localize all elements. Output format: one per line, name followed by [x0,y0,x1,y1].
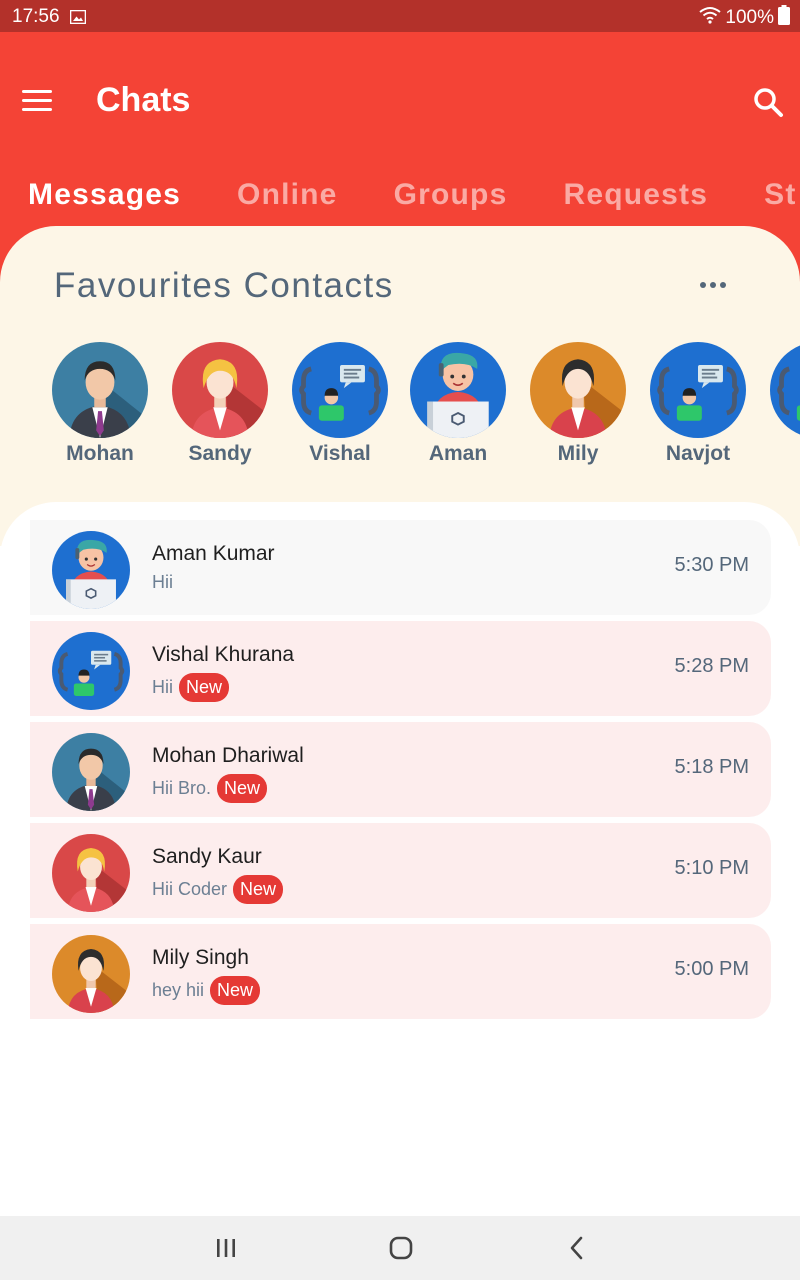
chat-row-mily-singh[interactable]: Mily Singh hey hii New 5:00 PM [30,924,771,1019]
home-icon[interactable] [387,1234,415,1262]
status-right-group: 100% [699,5,790,31]
woman-blonde-avatar [52,834,130,912]
chat-timestamp: 5:00 PM [674,958,749,980]
favourite-contact-partial[interactable] [770,342,800,438]
chat-last-message: Hii [152,572,173,593]
laptop-user-avatar [410,342,506,438]
tab-messages[interactable]: Messages [28,178,181,212]
favourite-contact-name: Navjot [665,442,731,465]
woman-dark-hair-avatar [52,935,130,1013]
favourite-contact-mohan[interactable]: Mohan [52,342,148,466]
tab-requests[interactable]: Requests [563,178,708,212]
favourites-panel: Favourites Contacts Mohan Sandy Vishal A… [0,226,800,546]
chat-timestamp: 5:10 PM [674,857,749,879]
man-suit-avatar [52,342,148,438]
image-notification-icon [69,9,87,29]
chat-contact-name: Aman Kumar [152,542,275,565]
new-badge: New [217,774,268,803]
chat-app-screen: 17:56 100% Chats Messages Online Groups … [0,0,800,1280]
chat-message-text: Hii [152,572,173,592]
laptop-user-avatar [52,531,130,609]
battery-text: 100% [725,7,774,28]
favourite-contact-aman[interactable]: Aman [410,342,506,466]
chat-last-message: Hii New [152,673,230,702]
chat-row-vishal-khurana[interactable]: Vishal Khurana Hii New 5:28 PM [30,621,771,716]
woman-dark-hair-avatar [530,342,626,438]
favourite-contact-name: Vishal [309,442,371,465]
developer-chat-avatar [52,632,130,710]
chat-last-message: hey hii New [152,976,261,1005]
chat-list: Aman Kumar Hii 5:30 PM Vishal Khurana Hi… [0,502,800,1216]
hamburger-menu-icon[interactable] [22,90,52,112]
status-time: 17:56 [12,6,60,27]
system-navigation-bar [0,1216,800,1280]
page-title: Chats [96,81,191,119]
battery-icon [778,5,790,31]
favourite-contact-name: Sandy [188,442,252,465]
new-badge: New [210,976,261,1005]
favourite-contact-navjot[interactable]: Navjot [650,342,746,466]
favourites-title: Favourites Contacts [54,266,394,305]
favourite-contact-sandy[interactable]: Sandy [172,342,268,466]
favourite-contact-mily[interactable]: Mily [530,342,626,466]
chat-timestamp: 5:18 PM [674,756,749,778]
favourite-contact-vishal[interactable]: Vishal [292,342,388,466]
chat-row-aman-kumar[interactable]: Aman Kumar Hii 5:30 PM [30,520,771,615]
developer-chat-avatar [292,342,388,438]
favourite-contact-name: Mohan [66,442,134,465]
chat-row-mohan-dhariwal[interactable]: Mohan Dhariwal Hii Bro. New 5:18 PM [30,722,771,817]
tab-bar: Messages Online Groups Requests St [28,178,797,212]
man-suit-avatar [52,733,130,811]
chat-last-message: Hii Bro. New [152,774,268,803]
chat-message-text: Hii Bro. [152,778,212,798]
chat-message-text: hey hii [152,980,205,1000]
chat-contact-name: Vishal Khurana [152,643,295,666]
tab-online[interactable]: Online [237,178,338,212]
favourites-list: Mohan Sandy Vishal Aman Mily Navjot [52,342,800,472]
chat-row-sandy-kaur[interactable]: Sandy Kaur Hii Coder New 5:10 PM [30,823,771,918]
wifi-icon [699,6,722,30]
new-badge: New [233,875,284,904]
chat-timestamp: 5:30 PM [674,554,749,576]
more-horizontal-icon[interactable] [700,282,726,288]
tab-groups[interactable]: Groups [394,178,508,212]
chat-contact-name: Mohan Dhariwal [152,744,304,767]
chat-contact-name: Mily Singh [152,946,249,969]
woman-blonde-avatar [172,342,268,438]
search-icon[interactable] [752,86,784,118]
recent-apps-icon[interactable] [212,1234,240,1262]
tab-st[interactable]: St [764,178,796,212]
status-bar: 17:56 100% [0,0,800,32]
developer-chat-avatar [650,342,746,438]
chat-message-text: Hii [152,677,173,697]
new-badge: New [179,673,230,702]
developer-chat-avatar [770,342,800,438]
chat-message-text: Hii Coder [152,879,228,899]
chat-timestamp: 5:28 PM [674,655,749,677]
favourite-contact-name: Mily [557,442,599,465]
favourite-contact-name: Aman [428,442,488,465]
chat-contact-name: Sandy Kaur [152,845,262,868]
back-icon[interactable] [563,1234,591,1262]
chat-last-message: Hii Coder New [152,875,284,904]
